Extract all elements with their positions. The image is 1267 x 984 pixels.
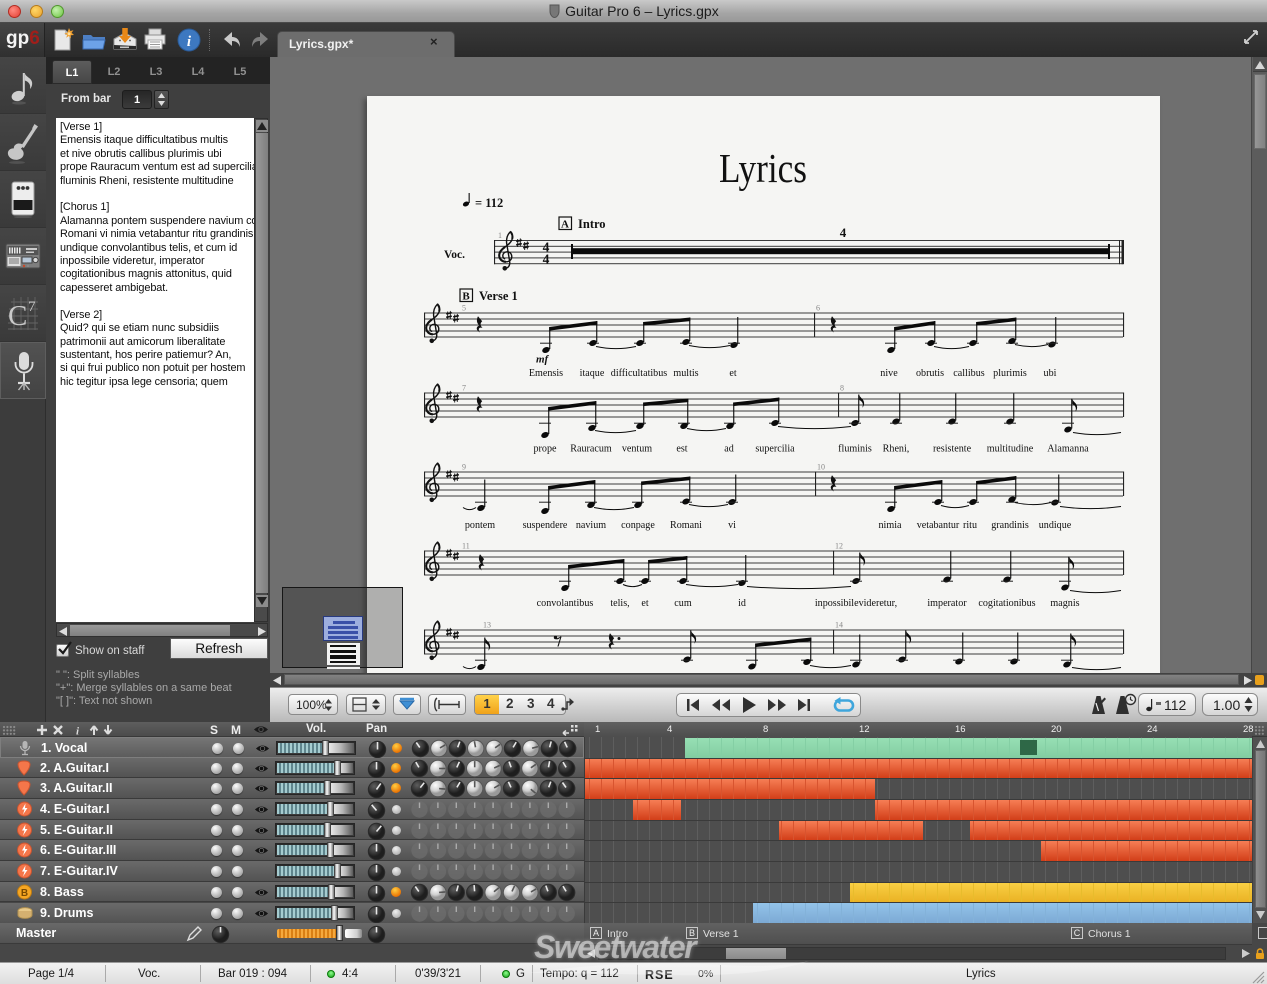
- svg-text:prope: prope: [534, 444, 558, 455]
- svg-text:convolantibus: convolantibus: [537, 598, 594, 609]
- svg-text:10: 10: [817, 463, 825, 472]
- svg-text:i: i: [76, 726, 80, 737]
- svg-text:conpage: conpage: [621, 520, 655, 531]
- svg-text:B: B: [462, 291, 470, 303]
- svg-text:Rauracum: Rauracum: [570, 444, 612, 455]
- svg-text:9: 9: [462, 463, 466, 472]
- svg-text:plurimis: plurimis: [993, 368, 1027, 379]
- svg-text:supercilia: supercilia: [755, 444, 795, 455]
- svg-text:ritu: ritu: [963, 520, 977, 531]
- svg-text:C: C: [8, 300, 27, 332]
- svg-text:vi: vi: [728, 520, 736, 531]
- svg-text:multitudine: multitudine: [987, 444, 1034, 455]
- svg-text:4: 4: [840, 225, 847, 240]
- svg-text:obrutis: obrutis: [916, 368, 944, 379]
- svg-text:id: id: [738, 598, 746, 609]
- svg-text:grandinis: grandinis: [991, 520, 1029, 531]
- svg-text:nive: nive: [880, 368, 898, 379]
- svg-text:Rheni,: Rheni,: [883, 444, 910, 455]
- svg-text:6: 6: [816, 304, 820, 313]
- svg-text:Intro: Intro: [578, 217, 606, 231]
- svg-text:12: 12: [835, 542, 843, 551]
- svg-text:et: et: [641, 598, 648, 609]
- svg-text:14: 14: [835, 621, 843, 630]
- svg-text:et: et: [729, 368, 736, 379]
- svg-text:nimia: nimia: [879, 520, 903, 531]
- svg-text:7: 7: [28, 299, 36, 315]
- svg-text:8: 8: [840, 384, 844, 393]
- svg-text:difficultatibus: difficultatibus: [611, 368, 668, 379]
- svg-text:Emensis: Emensis: [529, 368, 563, 379]
- svg-text:Alamanna: Alamanna: [1047, 444, 1089, 455]
- svg-text:navium: navium: [576, 520, 606, 531]
- svg-text:7: 7: [462, 384, 466, 393]
- svg-text:undique: undique: [1039, 520, 1072, 531]
- svg-text:imperator: imperator: [927, 598, 967, 609]
- svg-text:4: 4: [543, 252, 550, 267]
- svg-text:13: 13: [483, 621, 491, 630]
- svg-text:1: 1: [498, 231, 502, 240]
- svg-text:A: A: [561, 219, 569, 231]
- svg-text:est: est: [676, 444, 687, 455]
- svg-text:suspendere: suspendere: [523, 520, 568, 531]
- svg-text:B: B: [21, 888, 28, 899]
- svg-text:resistente: resistente: [933, 444, 972, 455]
- svg-text:telis,: telis,: [610, 598, 629, 609]
- svg-text:ubi: ubi: [1044, 368, 1057, 379]
- svg-text:11: 11: [462, 542, 470, 551]
- svg-text:mf: mf: [536, 354, 550, 366]
- svg-text:callibus: callibus: [953, 368, 984, 379]
- svg-text:fluminis: fluminis: [838, 444, 872, 455]
- svg-text:ad: ad: [724, 444, 734, 455]
- svg-text:Lyrics: Lyrics: [719, 145, 807, 191]
- svg-text:multis: multis: [673, 368, 698, 379]
- svg-text:5: 5: [462, 304, 466, 313]
- svg-text:Romani: Romani: [670, 520, 702, 531]
- svg-text:magnis: magnis: [1050, 598, 1079, 609]
- svg-text:= 112: = 112: [475, 196, 503, 210]
- svg-text:Voc.: Voc.: [444, 249, 465, 261]
- svg-text:Verse 1: Verse 1: [479, 289, 518, 303]
- svg-text:pontem: pontem: [465, 520, 495, 531]
- svg-text:vetabantur: vetabantur: [917, 520, 960, 531]
- svg-text:ventum: ventum: [622, 444, 652, 455]
- svg-text:cogitationibus: cogitationibus: [978, 598, 1035, 609]
- svg-text:inpossibilevideretur,: inpossibilevideretur,: [815, 598, 897, 609]
- svg-text:itaque: itaque: [580, 368, 605, 379]
- svg-text:cum: cum: [674, 598, 692, 609]
